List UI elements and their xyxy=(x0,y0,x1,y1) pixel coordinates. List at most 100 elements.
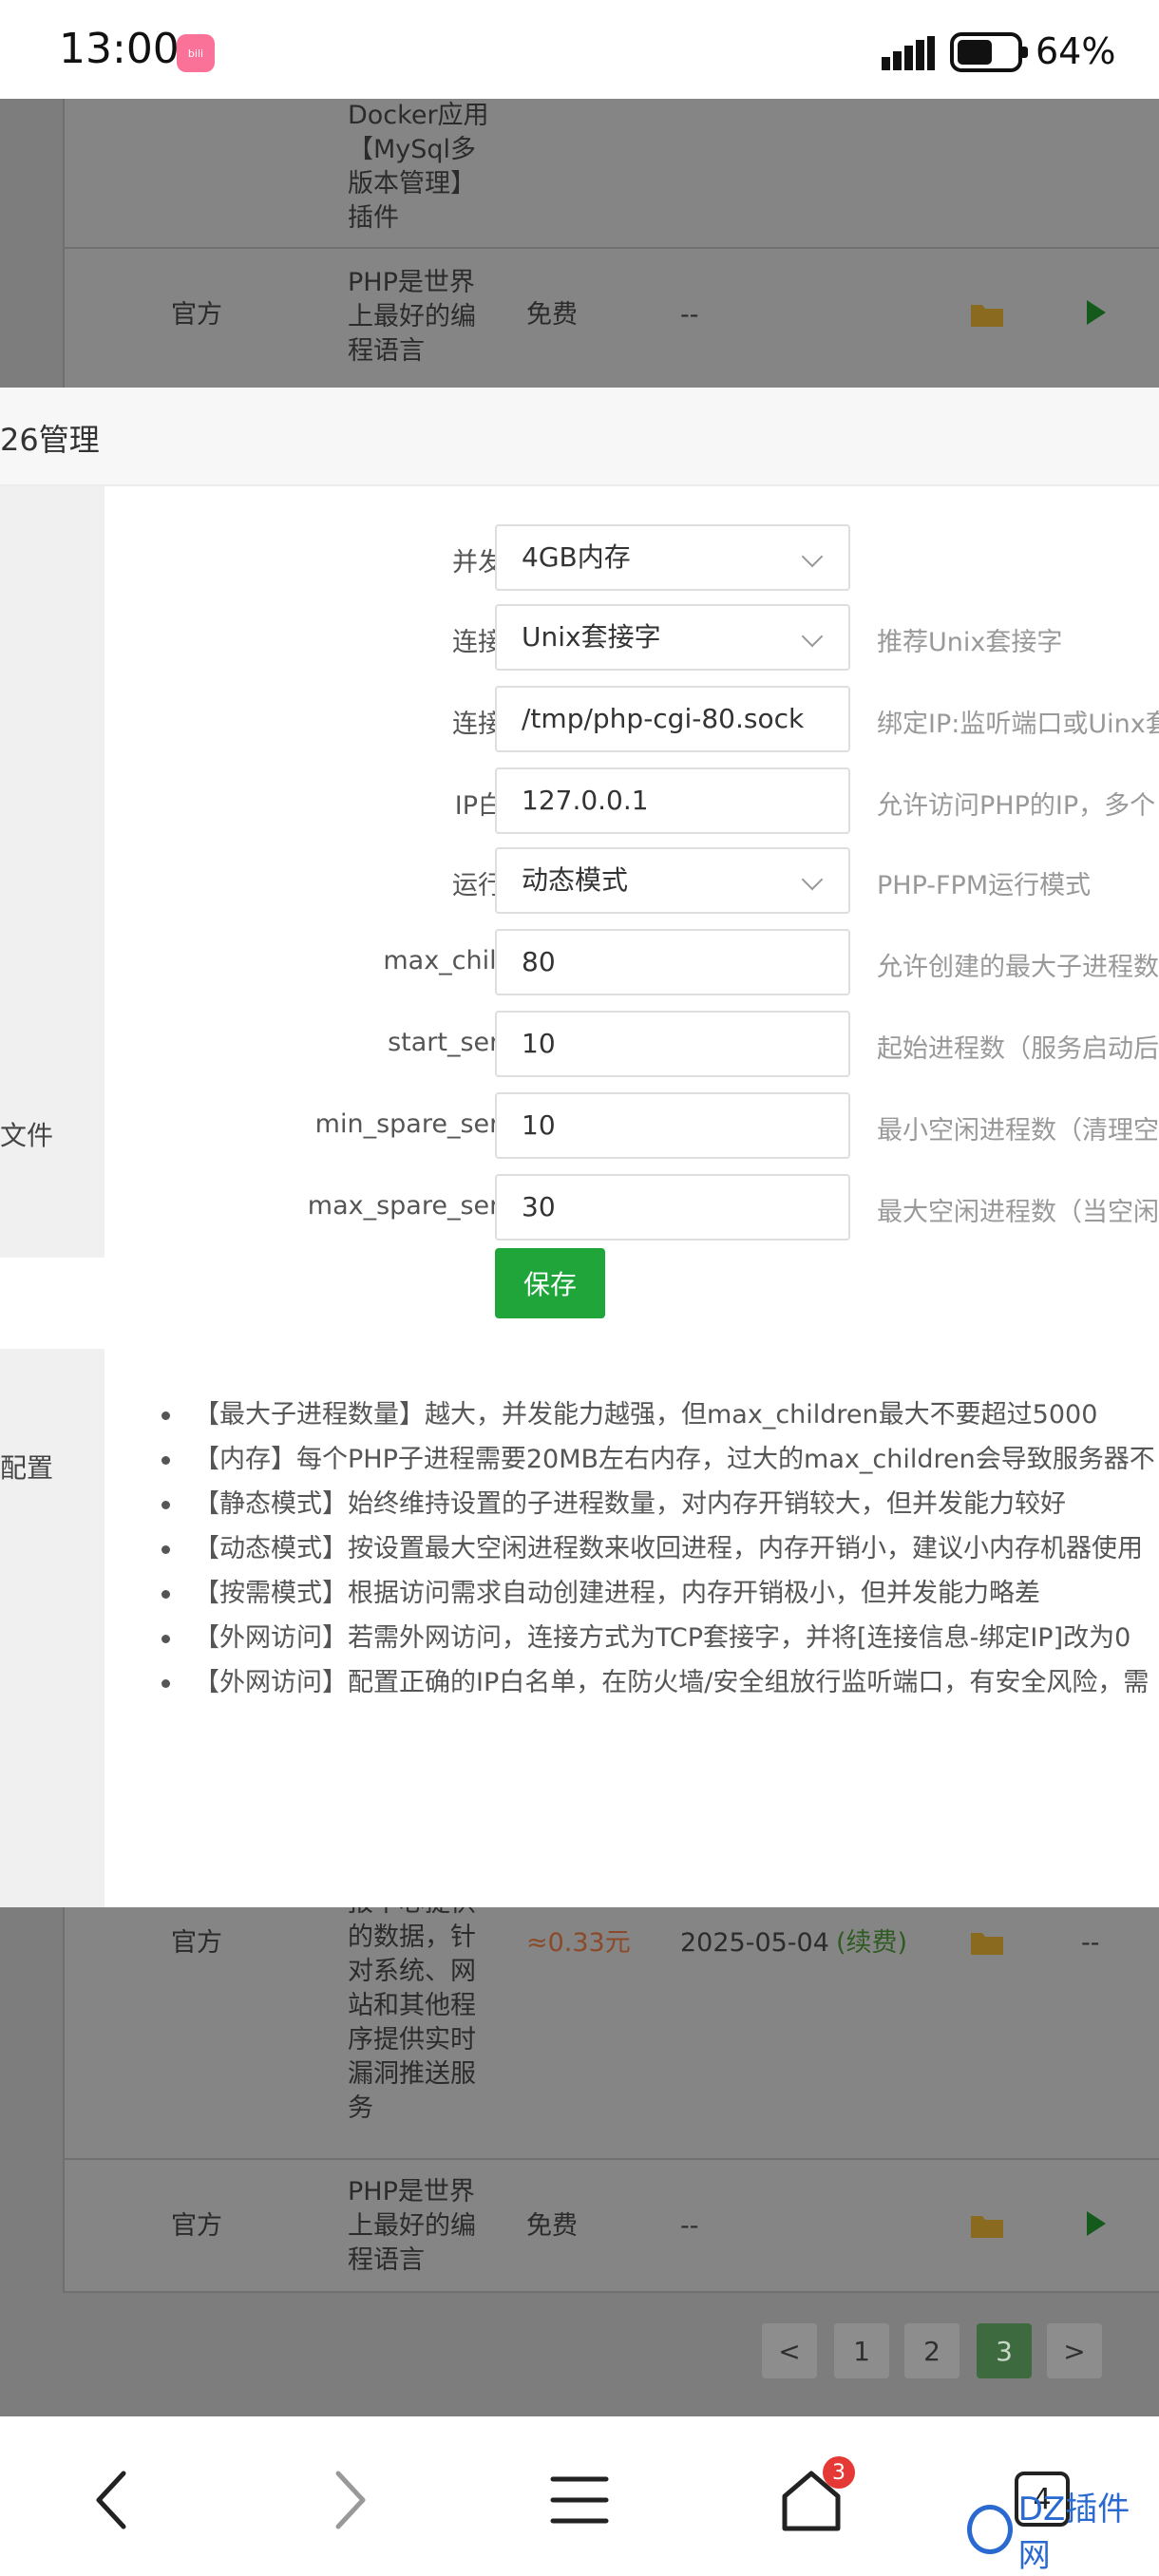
plugin-source: 官方 xyxy=(171,1928,222,1958)
pagination-page-3[interactable]: 3 xyxy=(977,2323,1032,2378)
bullet-icon xyxy=(162,1545,170,1554)
form-row-max-children: max_children 80 允许创建的最大子进程数 xyxy=(104,929,1159,997)
status-bar: 13:00 bili 64% xyxy=(0,0,1159,99)
table-row: 官方 PHP是世界 上最好的编 程语言 免费 -- xyxy=(65,2160,1159,2293)
tip-text: 【内存】每个PHP子进程需要20MB左右内存，过大的max_children会导… xyxy=(194,1445,1155,1474)
connection-type-hint: 推荐Unix套接字 xyxy=(877,628,1063,657)
bullet-icon xyxy=(162,1635,170,1643)
plugin-expiry: -- xyxy=(680,300,699,330)
status-time: 13:00 xyxy=(59,25,180,73)
run-mode-select[interactable]: 动态模式 xyxy=(495,847,850,914)
sidebar-item-files[interactable]: 文件 xyxy=(0,1115,104,1153)
forward-icon[interactable] xyxy=(310,2462,386,2538)
plugin-table-bottom: 官方 报中心提供 的数据，针 对系统、网 站和其他程 序提供实时 漏洞推送服 务… xyxy=(63,1888,1159,2293)
form-row-connection-type: 连接方式 Unix套接字 推荐Unix套接字 xyxy=(104,604,1159,672)
connection-type-select[interactable]: Unix套接字 xyxy=(495,604,850,671)
folder-icon[interactable] xyxy=(971,1930,1003,1955)
tip-text: 【外网访问】配置正确的IP白名单，在防火墙/安全组放行监听端口，有安全风险，需 xyxy=(194,1668,1150,1697)
list-item: 【最大子进程数量】越大，并发能力越强，但max_children最大不要超过50… xyxy=(154,1392,1159,1437)
bullet-icon xyxy=(162,1501,170,1509)
min-spare-servers-hint: 最小空闲进程数（清理空 xyxy=(877,1116,1159,1146)
run-mode-value: 动态模式 xyxy=(522,864,629,896)
list-item: 【动态模式】按设置最大空闲进程数来收回进程，内存开销小，建议小内存机器使用 xyxy=(154,1526,1159,1571)
pagination-next[interactable]: > xyxy=(1047,2323,1102,2378)
form-row-connection-info: 连接信息 /tmp/php-cgi-80.sock 绑定IP:监听端口或Uinx… xyxy=(104,686,1159,754)
connection-info-input[interactable]: /tmp/php-cgi-80.sock xyxy=(495,686,850,752)
plugin-description: PHP是世界 上最好的编 程语言 xyxy=(348,268,476,366)
plugin-description: 报中心提供 的数据，针 对系统、网 站和其他程 序提供实时 漏洞推送服 务 xyxy=(348,1888,476,2123)
chevron-down-icon xyxy=(801,545,824,568)
connection-type-value: Unix套接字 xyxy=(522,621,661,653)
watermark-logo-icon xyxy=(967,2505,1013,2554)
form-row-max-spare-servers: max_spare_servers 30 最大空闲进程数（当空闲 xyxy=(104,1174,1159,1242)
list-item: 【静态模式】始终维持设置的子进程数量，对内存开销较大，但并发能力较好 xyxy=(154,1482,1159,1526)
max-children-hint: 允许创建的最大子进程数 xyxy=(877,953,1159,982)
battery-percent: 64% xyxy=(1036,30,1116,72)
play-icon[interactable] xyxy=(1087,300,1106,325)
list-item: 【外网访问】配置正确的IP白名单，在防火墙/安全组放行监听端口，有安全风险，需 xyxy=(154,1660,1159,1705)
watermark: DZ插件网 xyxy=(967,2491,1148,2575)
concurrency-value: 4GB内存 xyxy=(522,541,631,573)
max-spare-servers-hint: 最大空闲进程数（当空闲 xyxy=(877,1198,1159,1227)
connection-info-hint: 绑定IP:监听端口或Uinx套 xyxy=(877,710,1159,739)
folder-icon[interactable] xyxy=(971,302,1003,327)
bullet-icon xyxy=(162,1679,170,1688)
plugin-expiry: 2025-05-04 xyxy=(680,1928,829,1958)
modal-sidebar: 文件 配置 xyxy=(0,486,104,1907)
ip-whitelist-hint: 允许访问PHP的IP，多个 xyxy=(877,791,1156,821)
form-row-concurrency: 并发方案 4GB内存 xyxy=(104,524,1159,593)
watermark-text: DZ插件网 xyxy=(1017,2491,1130,2575)
max-children-input[interactable]: 80 xyxy=(495,929,850,995)
plugin-description: Docker应用 【MySql多 版本管理】 插件 xyxy=(348,101,489,233)
bullet-icon xyxy=(162,1411,170,1420)
tip-text: 【最大子进程数量】越大，并发能力越强，但max_children最大不要超过50… xyxy=(194,1400,1098,1430)
plugin-source: 官方 xyxy=(171,300,222,330)
start-servers-input[interactable]: 10 xyxy=(495,1011,850,1077)
bullet-icon xyxy=(162,1590,170,1599)
table-row: 官方 PHP是世界 上最好的编 程语言 免费 -- xyxy=(65,249,1159,388)
pagination-prev[interactable]: < xyxy=(762,2323,817,2378)
modal-header: 26管理 xyxy=(0,388,1159,486)
pagination-page-2[interactable]: 2 xyxy=(904,2323,960,2378)
play-icon[interactable] xyxy=(1087,2211,1106,2236)
form-row-start-servers: start_servers 10 起始进程数（服务启动后 xyxy=(104,1011,1159,1079)
tip-text: 【按需模式】根据访问需求自动创建进程，内存开销极小，但并发能力略差 xyxy=(194,1579,1040,1608)
plugin-price: 免费 xyxy=(526,300,578,330)
sidebar-item-config[interactable]: 配置 xyxy=(0,1448,104,1486)
chevron-down-icon xyxy=(801,868,824,891)
bilibili-app-icon: bili xyxy=(177,34,215,72)
table-row: Docker应用 【MySql多 版本管理】 插件 xyxy=(65,99,1159,249)
plugin-price: ≈0.33元 xyxy=(526,1928,631,1958)
pagination-page-1[interactable]: 1 xyxy=(834,2323,889,2378)
table-row: 官方 报中心提供 的数据，针 对系统、网 站和其他程 序提供实时 漏洞推送服 务… xyxy=(65,1888,1159,2160)
max-spare-servers-input[interactable]: 30 xyxy=(495,1174,850,1241)
plugin-source: 官方 xyxy=(171,2211,222,2241)
plugin-price: 免费 xyxy=(526,2211,578,2241)
chevron-down-icon xyxy=(801,625,824,648)
folder-icon[interactable] xyxy=(971,2213,1003,2238)
menu-icon[interactable] xyxy=(542,2462,618,2538)
signal-icon xyxy=(882,36,935,70)
save-button[interactable]: 保存 xyxy=(495,1248,605,1318)
tips-list: 【最大子进程数量】越大，并发能力越强，但max_children最大不要超过50… xyxy=(154,1392,1159,1705)
list-item: 【外网访问】若需外网访问，连接方式为TCP套接字，并将[连接信息-绑定IP]改为… xyxy=(154,1616,1159,1660)
sidebar-active-item[interactable] xyxy=(0,1258,104,1349)
tip-text: 【外网访问】若需外网访问，连接方式为TCP套接字，并将[连接信息-绑定IP]改为… xyxy=(194,1623,1131,1653)
renew-link[interactable]: (续费) xyxy=(836,1926,907,1960)
bullet-icon xyxy=(162,1456,170,1465)
run-mode-hint: PHP-FPM运行模式 xyxy=(877,871,1092,900)
back-icon[interactable] xyxy=(76,2462,152,2538)
tip-text: 【动态模式】按设置最大空闲进程数来收回进程，内存开销小，建议小内存机器使用 xyxy=(194,1534,1143,1563)
modal-title: 26管理 xyxy=(0,422,100,458)
start-servers-hint: 起始进程数（服务启动后 xyxy=(877,1034,1159,1064)
plugin-description: PHP是世界 上最好的编 程语言 xyxy=(348,2177,476,2275)
form-row-run-mode: 运行模式 动态模式 PHP-FPM运行模式 xyxy=(104,847,1159,916)
min-spare-servers-input[interactable]: 10 xyxy=(495,1092,850,1159)
ip-whitelist-input[interactable]: 127.0.0.1 xyxy=(495,767,850,834)
list-item: 【内存】每个PHP子进程需要20MB左右内存，过大的max_children会导… xyxy=(154,1437,1159,1482)
plugin-expiry: -- xyxy=(680,2211,699,2241)
concurrency-select[interactable]: 4GB内存 xyxy=(495,524,850,591)
form-row-ip-whitelist: IP白名单 127.0.0.1 允许访问PHP的IP，多个 xyxy=(104,767,1159,836)
form-row-min-spare-servers: min_spare_servers 10 最小空闲进程数（清理空 xyxy=(104,1092,1159,1161)
list-item: 【按需模式】根据访问需求自动创建进程，内存开销极小，但并发能力略差 xyxy=(154,1571,1159,1616)
